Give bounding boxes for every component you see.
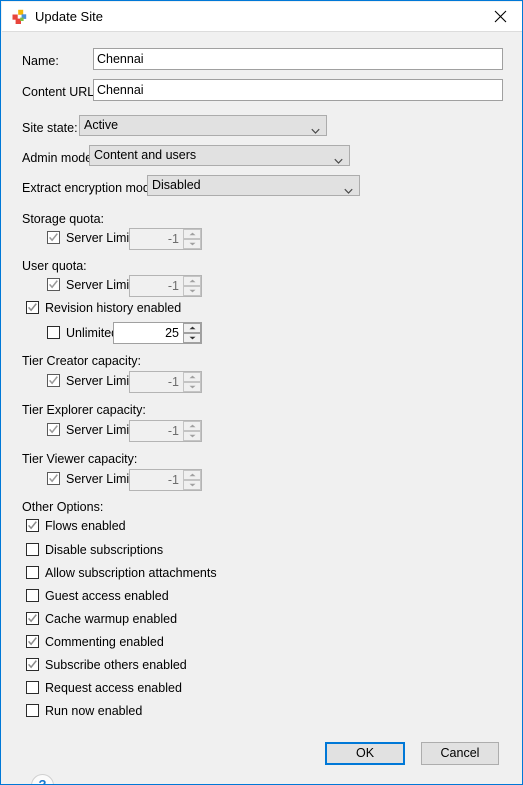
checkbox-box [47, 326, 60, 339]
window-title: Update Site [35, 9, 103, 24]
tier-creator-capacity-label: Tier Creator capacity: [22, 354, 142, 368]
stepper-buttons[interactable] [183, 323, 201, 343]
site-state-label: Site state: [22, 121, 78, 135]
tableau-blocks-icon [11, 8, 29, 26]
stepper-buttons[interactable] [183, 470, 201, 490]
stepper-buttons[interactable] [183, 229, 201, 249]
cancel-button[interactable]: Cancel [421, 742, 499, 765]
tier-creator-stepper[interactable]: -1 [129, 371, 202, 393]
stepper-buttons[interactable] [183, 372, 201, 392]
close-icon[interactable] [478, 2, 522, 31]
ok-button[interactable]: OK [325, 742, 405, 765]
site-state-value: Active [84, 118, 119, 132]
stepper-up-icon[interactable] [183, 372, 201, 382]
revision-history-stepper[interactable]: 25 [113, 322, 202, 344]
stepper-down-icon[interactable] [183, 382, 201, 392]
checkbox-box [26, 519, 39, 532]
tier-explorer-capacity-label: Tier Explorer capacity: [22, 403, 146, 417]
stepper-buttons[interactable] [183, 276, 201, 296]
checkbox-box [26, 704, 39, 717]
extract-encryption-mode-select[interactable]: Disabled [147, 175, 360, 196]
checkbox-box [47, 423, 60, 436]
user-quota-label: User quota: [22, 259, 87, 273]
dialog-body: Name: Content URL Site state: Active Adm… [2, 32, 522, 784]
chevron-down-icon [334, 152, 343, 164]
option-label: Run now enabled [45, 704, 143, 718]
option-label: Disable subscriptions [45, 543, 164, 557]
stepper-down-icon[interactable] [183, 431, 201, 441]
option-label: Flows enabled [45, 519, 126, 533]
tier-viewer-stepper[interactable]: -1 [129, 469, 202, 491]
content-url-input[interactable] [93, 79, 503, 101]
stepper-up-icon[interactable] [183, 323, 201, 333]
admin-mode-label: Admin mode: [22, 151, 96, 165]
admin-mode-select[interactable]: Content and users [89, 145, 350, 166]
checkbox-box [47, 374, 60, 387]
storage-quota-label: Storage quota: [22, 212, 105, 226]
option-label: Request access enabled [45, 681, 182, 695]
chevron-down-icon [344, 182, 353, 194]
revision-history-enabled-label: Revision history enabled [45, 301, 182, 315]
stepper-down-icon[interactable] [183, 333, 201, 343]
checkbox-box [47, 231, 60, 244]
option-label: Subscribe others enabled [45, 658, 187, 672]
extract-encryption-mode-value: Disabled [152, 178, 201, 192]
tier-viewer-server-limit-label: Server Limit [66, 472, 133, 486]
update-site-dialog: Update Site Name: Content URL Site state… [0, 0, 523, 785]
checkbox-box [47, 278, 60, 291]
other-options-heading: Other Options: [22, 500, 104, 514]
checkbox-box [26, 658, 39, 671]
name-input[interactable] [93, 48, 503, 70]
checkbox-box [26, 635, 39, 648]
title-bar: Update Site [2, 2, 522, 32]
admin-mode-value: Content and users [94, 148, 197, 162]
tier-viewer-value: -1 [167, 473, 179, 487]
option-label: Commenting enabled [45, 635, 164, 649]
option-label: Allow subscription attachments [45, 566, 217, 580]
revision-unlimited-label: Unlimited [66, 326, 119, 340]
tier-creator-server-limit-label: Server Limit [66, 374, 133, 388]
tier-explorer-stepper[interactable]: -1 [129, 420, 202, 442]
stepper-up-icon[interactable] [183, 276, 201, 286]
checkbox-box [26, 589, 39, 602]
checkbox-box [26, 566, 39, 579]
stepper-down-icon[interactable] [183, 286, 201, 296]
content-url-label: Content URL [22, 85, 95, 99]
tier-viewer-capacity-label: Tier Viewer capacity: [22, 452, 138, 466]
tier-creator-value: -1 [167, 375, 179, 389]
checkbox-box [26, 612, 39, 625]
stepper-up-icon[interactable] [183, 470, 201, 480]
checkbox-box [26, 543, 39, 556]
revision-history-value: 25 [165, 326, 179, 340]
extract-encryption-mode-label: Extract encryption mode: [22, 181, 161, 195]
stepper-down-icon[interactable] [183, 239, 201, 249]
user-quota-stepper[interactable]: -1 [129, 275, 202, 297]
user-quota-value: -1 [167, 279, 179, 293]
storage-quota-value: -1 [167, 232, 179, 246]
tier-explorer-server-limit-label: Server Limit [66, 423, 133, 437]
storage-quota-stepper[interactable]: -1 [129, 228, 202, 250]
checkbox-box [47, 472, 60, 485]
help-button[interactable]: ? [31, 774, 54, 784]
option-label: Cache warmup enabled [45, 612, 178, 626]
user-server-limit-label: Server Limit [66, 278, 133, 292]
stepper-down-icon[interactable] [183, 480, 201, 490]
stepper-up-icon[interactable] [183, 421, 201, 431]
tier-explorer-value: -1 [167, 424, 179, 438]
site-state-select[interactable]: Active [79, 115, 327, 136]
checkbox-box [26, 301, 39, 314]
stepper-buttons[interactable] [183, 421, 201, 441]
option-label: Guest access enabled [45, 589, 169, 603]
storage-server-limit-label: Server Limit [66, 231, 133, 245]
checkbox-box [26, 681, 39, 694]
name-label: Name: [22, 54, 59, 68]
chevron-down-icon [311, 122, 320, 134]
stepper-up-icon[interactable] [183, 229, 201, 239]
